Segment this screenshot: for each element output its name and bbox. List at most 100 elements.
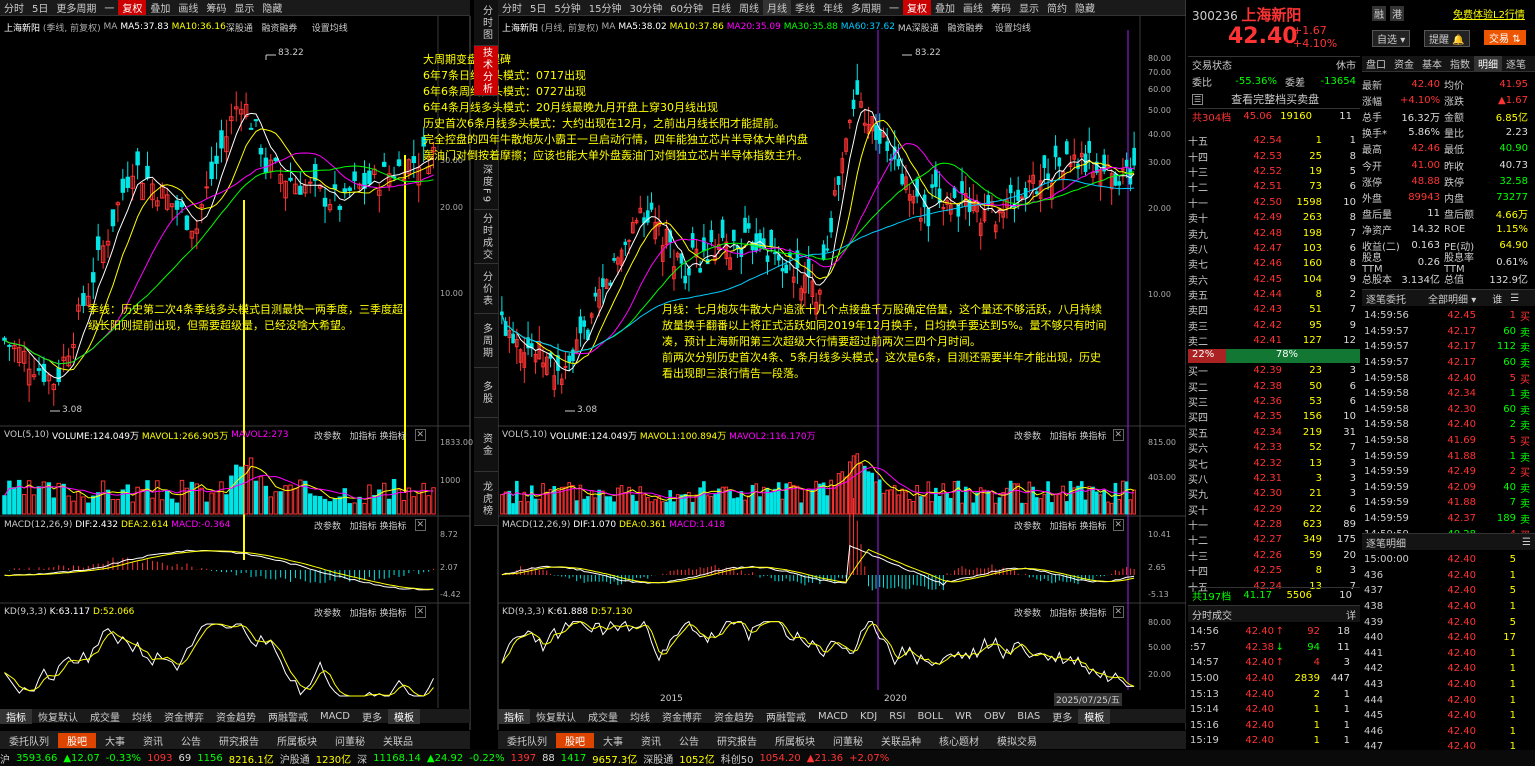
remind-button[interactable]: 提醒 🔔 <box>1424 30 1470 47</box>
vtab-tech[interactable]: 技术分析 <box>474 46 498 96</box>
ask-row[interactable]: 卖九 42.48 198 7 <box>1188 225 1360 241</box>
tab-events[interactable]: 大事 <box>96 733 134 748</box>
ask-row[interactable]: 卖五 42.44 8 2 <box>1188 287 1360 302</box>
vtab-ticks[interactable]: 分时成交 <box>474 210 498 264</box>
add-indicator-link[interactable]: 加指标 <box>350 429 377 442</box>
tab-margin-alert[interactable]: 两融警戒 <box>262 709 314 724</box>
tab-guba[interactable]: 股吧 <box>58 732 96 748</box>
tab-related[interactable]: 关联品 <box>374 733 422 748</box>
tab-research[interactable]: 研究报告 <box>210 733 268 748</box>
ask-row[interactable]: 卖六 42.45 104 9 <box>1188 272 1360 287</box>
ask-row[interactable]: 卖四 42.43 51 7 <box>1188 302 1360 317</box>
edit-params-link[interactable]: 改参数 <box>314 606 341 619</box>
ask-row[interactable]: 卖八 42.47 103 6 <box>1188 241 1360 256</box>
tab-announce[interactable]: 公告 <box>172 733 210 748</box>
tab-fund[interactable]: 资金 <box>1390 56 1418 71</box>
ask-row[interactable]: 卖十 42.49 263 8 <box>1188 210 1360 225</box>
full-book-link[interactable]: ☰ 查看完整档买卖盘 <box>1188 91 1360 107</box>
vtab-depth[interactable]: 深度F9 <box>474 160 498 210</box>
change-indicator-link[interactable]: 换指标 <box>380 429 407 442</box>
tab-sector[interactable]: 所属板块 <box>766 733 824 748</box>
vtab-multistock[interactable]: 多股 <box>474 368 498 418</box>
tab-core-theme[interactable]: 核心题材 <box>930 733 988 748</box>
ask-row[interactable]: 十五 42.54 1 1 <box>1188 133 1360 148</box>
change-indicator-link[interactable]: 换指标 <box>1080 519 1107 532</box>
add-indicator-link[interactable]: 加指标 <box>350 606 377 619</box>
close-icon[interactable]: ✕ <box>414 519 427 531</box>
tab-fund-trend[interactable]: 资金趋势 <box>210 709 262 724</box>
bid-row[interactable]: 买二 42.38 50 6 <box>1188 378 1360 394</box>
tab-related[interactable]: 关联品种 <box>872 733 930 748</box>
tab-order-queue[interactable]: 委托队列 <box>498 733 556 748</box>
ask-row[interactable]: 十二 42.51 73 6 <box>1188 179 1360 194</box>
tab-rsi[interactable]: RSI <box>883 711 911 722</box>
tab-order-queue[interactable]: 委托队列 <box>0 733 58 748</box>
tab-ask-secretary[interactable]: 问董秘 <box>824 733 872 748</box>
change-indicator-link[interactable]: 换指标 <box>1080 606 1107 619</box>
tab-indicator[interactable]: 指标 <box>0 708 32 724</box>
ask-row[interactable]: 十四 42.53 25 8 <box>1188 148 1360 164</box>
add-indicator-link[interactable]: 加指标 <box>350 519 377 532</box>
zb-who-button[interactable]: 谁 <box>1492 291 1502 306</box>
ask-row[interactable]: 卖二 42.41 127 12 <box>1188 333 1360 348</box>
tab-macd[interactable]: MACD <box>314 711 356 722</box>
tab-detail[interactable]: 明细 <box>1474 56 1502 71</box>
bid-row[interactable]: 十三 42.26 59 20 <box>1188 548 1360 563</box>
tab-basic[interactable]: 基本 <box>1418 56 1446 71</box>
tab-pankou[interactable]: 盘口 <box>1362 56 1390 71</box>
tab-wr[interactable]: WR <box>949 711 978 722</box>
watchlist-dropdown[interactable]: 自选 ▾ <box>1372 30 1411 47</box>
bid-row[interactable]: 买一 42.39 23 3 <box>1188 363 1360 378</box>
change-indicator-link[interactable]: 换指标 <box>380 606 407 619</box>
tab-guba[interactable]: 股吧 <box>556 732 594 748</box>
ask-row[interactable]: 十一 42.50 1598 10 <box>1188 195 1360 210</box>
close-icon[interactable]: ✕ <box>414 429 427 441</box>
tab-fund-trend[interactable]: 资金趋势 <box>708 709 760 724</box>
tab-volume[interactable]: 成交量 <box>84 709 126 724</box>
add-indicator-link[interactable]: 加指标 <box>1050 429 1077 442</box>
tab-reset[interactable]: 恢复默认 <box>32 709 84 724</box>
add-indicator-link[interactable]: 加指标 <box>1050 519 1077 532</box>
edit-params-link[interactable]: 改参数 <box>1014 606 1041 619</box>
bid-row[interactable]: 买八 42.31 3 3 <box>1188 471 1360 486</box>
tab-index[interactable]: 指数 <box>1446 56 1474 71</box>
bid-row[interactable]: 买九 42.30 21 3 <box>1188 486 1360 501</box>
bid-row[interactable]: 买十 42.29 22 6 <box>1188 502 1360 517</box>
tab-news[interactable]: 资讯 <box>632 733 670 748</box>
bid-row[interactable]: 十一 42.28 623 89 <box>1188 517 1360 532</box>
bid-row[interactable]: 买四 42.35 156 10 <box>1188 409 1360 424</box>
tab-events[interactable]: 大事 <box>594 733 632 748</box>
fenshi-detail-button[interactable]: 详 <box>1346 607 1356 622</box>
tab-ma[interactable]: 均线 <box>126 709 158 724</box>
trade-button[interactable]: 交易 ⇅ <box>1484 30 1526 45</box>
tab-macd[interactable]: MACD <box>812 711 854 722</box>
close-icon[interactable]: ✕ <box>1112 429 1125 441</box>
tab-announce[interactable]: 公告 <box>670 733 708 748</box>
tab-volume[interactable]: 成交量 <box>582 709 624 724</box>
edit-params-link[interactable]: 改参数 <box>1014 429 1041 442</box>
edit-params-link[interactable]: 改参数 <box>314 429 341 442</box>
tab-template[interactable]: 模板 <box>1078 708 1111 724</box>
tab-news[interactable]: 资讯 <box>134 733 172 748</box>
tab-tick[interactable]: 逐笔 <box>1502 56 1530 71</box>
tab-more[interactable]: 更多 <box>1046 709 1078 724</box>
vtab-fund[interactable]: 资金 <box>474 418 498 472</box>
change-indicator-link[interactable]: 换指标 <box>380 519 407 532</box>
close-icon[interactable]: ✕ <box>1112 519 1125 531</box>
tab-more[interactable]: 更多 <box>356 709 388 724</box>
edit-params-link[interactable]: 改参数 <box>1014 519 1041 532</box>
edit-params-link[interactable]: 改参数 <box>314 519 341 532</box>
tab-template[interactable]: 模板 <box>387 708 420 724</box>
ask-row[interactable]: 卖三 42.42 95 9 <box>1188 318 1360 333</box>
tab-fund-game[interactable]: 资金博弈 <box>656 709 708 724</box>
ask-row[interactable]: 十三 42.52 19 5 <box>1188 164 1360 179</box>
bid-row[interactable]: 十二 42.27 349 175 <box>1188 532 1360 547</box>
tab-ask-secretary[interactable]: 问董秘 <box>326 733 374 748</box>
zb-filter-dropdown[interactable]: 全部明细 ▾ <box>1428 291 1476 306</box>
vtab-dragon[interactable]: 龙虎榜 <box>474 472 498 526</box>
l2-trial-link[interactable]: 免费体验L2行情 <box>1453 6 1525 21</box>
tab-indicator[interactable]: 指标 <box>498 708 530 724</box>
vtab-pricetable[interactable]: 分价表 <box>474 264 498 314</box>
tab-sector[interactable]: 所属板块 <box>268 733 326 748</box>
tab-bias[interactable]: BIAS <box>1011 711 1046 722</box>
